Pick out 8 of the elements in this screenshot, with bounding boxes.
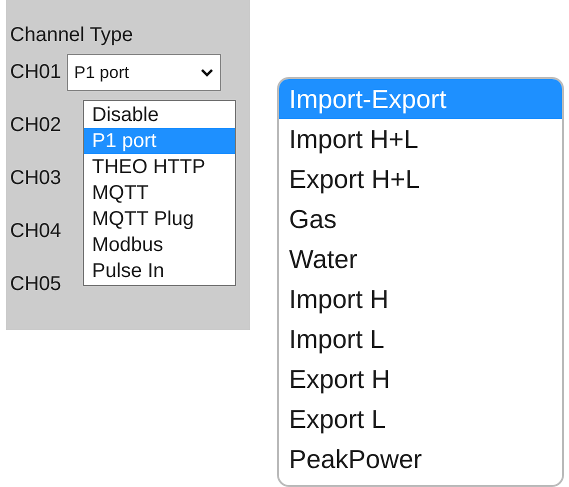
channel-label: CH05 <box>10 272 62 297</box>
channel-label: CH04 <box>10 219 62 244</box>
channel-select[interactable]: P1 port <box>67 54 222 91</box>
section-title: Channel Type <box>10 23 134 48</box>
chevron-icon <box>200 68 214 78</box>
channel-label: CH02 <box>10 113 62 138</box>
channel-label: CH01 <box>10 60 62 85</box>
channel-label: CH03 <box>10 166 62 191</box>
